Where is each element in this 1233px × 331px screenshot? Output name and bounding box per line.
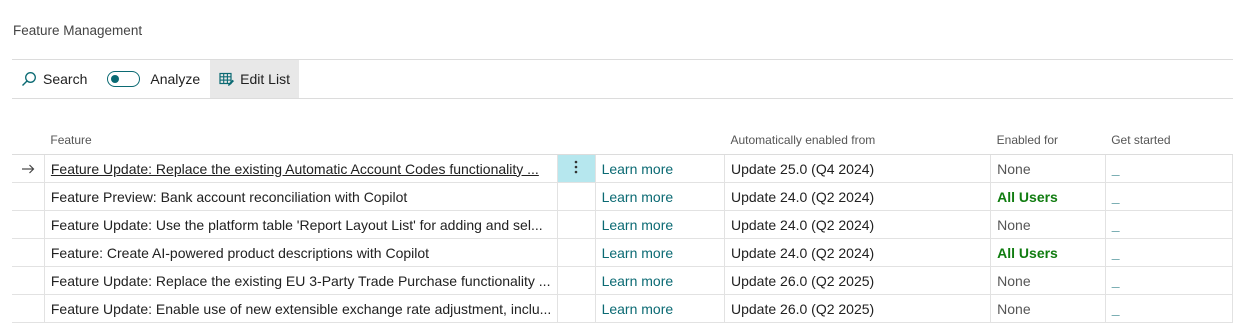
toolbar-divider-bottom	[12, 98, 1233, 99]
header-menu-spacer	[557, 126, 596, 155]
feature-cell[interactable]: Feature Update: Enable use of new extens…	[44, 294, 559, 323]
feature-cell[interactable]: Feature Update: Replace the existing Aut…	[44, 154, 559, 183]
learn-more-link[interactable]: Learn more	[602, 245, 674, 261]
learn-more-link[interactable]: Learn more	[602, 301, 674, 317]
feature-name[interactable]: Feature Preview: Bank account reconcilia…	[51, 189, 407, 205]
auto-enabled-cell: Update 25.0 (Q4 2024)	[724, 154, 992, 183]
learn-more-link[interactable]: Learn more	[602, 217, 674, 233]
get-started-link[interactable]: _	[1105, 266, 1233, 295]
get-started-link[interactable]: _	[1105, 238, 1233, 267]
table-row[interactable]: Feature Update: Use the platform table '…	[12, 210, 1233, 239]
learn-more-cell: Learn more	[595, 266, 726, 295]
table-row[interactable]: Feature Update: Replace the existing Aut…	[12, 154, 1233, 183]
header-enabled-for[interactable]: Enabled for	[990, 126, 1106, 155]
row-menu-button[interactable]	[557, 266, 596, 295]
auto-enabled-cell: Update 24.0 (Q2 2024)	[724, 210, 992, 239]
header-feature[interactable]: Feature	[44, 126, 558, 155]
header-auto-enabled[interactable]: Automatically enabled from	[724, 126, 991, 155]
table-row[interactable]: Feature Update: Enable use of new extens…	[12, 294, 1233, 323]
enabled-for-cell[interactable]: None	[990, 154, 1106, 183]
feature-cell[interactable]: Feature Update: Use the platform table '…	[44, 210, 559, 239]
feature-name[interactable]: Feature Update: Replace the existing EU …	[51, 273, 551, 289]
feature-name[interactable]: Feature Update: Enable use of new extens…	[51, 301, 551, 317]
row-menu-button[interactable]	[557, 182, 596, 211]
analyze-switch[interactable]	[107, 71, 141, 87]
search-button[interactable]: Search	[12, 60, 99, 98]
row-menu-button[interactable]	[557, 238, 596, 267]
analyze-toggle[interactable]: Analyze	[99, 60, 210, 98]
header-get-started[interactable]: Get started	[1105, 126, 1233, 155]
get-started-link[interactable]: _	[1105, 294, 1233, 323]
get-started-link[interactable]: _	[1105, 210, 1233, 239]
edit-list-button[interactable]: Edit List	[210, 60, 299, 98]
feature-name[interactable]: Feature Update: Replace the existing Aut…	[51, 161, 539, 177]
edit-list-label: Edit List	[240, 71, 290, 87]
learn-more-link[interactable]: Learn more	[602, 189, 674, 205]
arrow-right-icon	[21, 161, 35, 177]
row-selector[interactable]	[12, 182, 45, 211]
edit-list-icon	[219, 72, 235, 87]
table-row[interactable]: Feature Update: Replace the existing EU …	[12, 266, 1233, 295]
learn-more-cell: Learn more	[595, 182, 726, 211]
more-vertical-icon	[574, 160, 578, 177]
analyze-label: Analyze	[150, 71, 201, 87]
enabled-for-cell[interactable]: All Users	[990, 182, 1106, 211]
learn-more-cell: Learn more	[595, 294, 726, 323]
page-title: Feature Management	[13, 23, 143, 38]
auto-enabled-cell: Update 26.0 (Q2 2025)	[724, 266, 992, 295]
row-selector[interactable]	[12, 294, 45, 323]
auto-enabled-cell: Update 24.0 (Q2 2024)	[724, 238, 992, 267]
table-row[interactable]: Feature: Create AI-powered product descr…	[12, 238, 1233, 267]
row-selector[interactable]	[12, 154, 45, 183]
get-started-link[interactable]: _	[1105, 154, 1233, 183]
row-menu-button[interactable]	[557, 294, 596, 323]
auto-enabled-cell: Update 24.0 (Q2 2024)	[724, 182, 992, 211]
feature-cell[interactable]: Feature Preview: Bank account reconcilia…	[44, 182, 559, 211]
learn-more-link[interactable]: Learn more	[602, 161, 674, 177]
row-menu-button[interactable]	[557, 210, 596, 239]
row-selector[interactable]	[12, 238, 45, 267]
learn-more-link[interactable]: Learn more	[602, 273, 674, 289]
row-selector[interactable]	[12, 210, 45, 239]
row-selector[interactable]	[12, 266, 45, 295]
learn-more-cell: Learn more	[595, 210, 726, 239]
feature-cell[interactable]: Feature Update: Replace the existing EU …	[44, 266, 559, 295]
enabled-for-cell[interactable]: None	[990, 266, 1106, 295]
table-row[interactable]: Feature Preview: Bank account reconcilia…	[12, 182, 1233, 211]
header-spacer	[12, 126, 45, 155]
toggle-knob	[111, 74, 120, 83]
learn-more-cell: Learn more	[595, 238, 726, 267]
enabled-for-cell[interactable]: All Users	[990, 238, 1106, 267]
feature-cell[interactable]: Feature: Create AI-powered product descr…	[44, 238, 559, 267]
feature-name[interactable]: Feature Update: Use the platform table '…	[51, 217, 543, 233]
enabled-for-cell[interactable]: None	[990, 294, 1106, 323]
search-icon	[21, 71, 37, 87]
enabled-for-cell[interactable]: None	[990, 210, 1106, 239]
auto-enabled-cell: Update 26.0 (Q2 2025)	[724, 294, 992, 323]
header-learn-spacer	[595, 126, 725, 155]
learn-more-cell: Learn more	[595, 154, 726, 183]
feature-name[interactable]: Feature: Create AI-powered product descr…	[51, 245, 429, 261]
table-header-row: Feature Automatically enabled from Enabl…	[12, 126, 1233, 155]
feature-table: Feature Automatically enabled from Enabl…	[12, 126, 1233, 323]
action-bar: Search Analyze Edit List	[12, 60, 299, 98]
get-started-link[interactable]: _	[1105, 182, 1233, 211]
search-label: Search	[43, 71, 88, 87]
row-menu-button[interactable]	[557, 154, 596, 183]
